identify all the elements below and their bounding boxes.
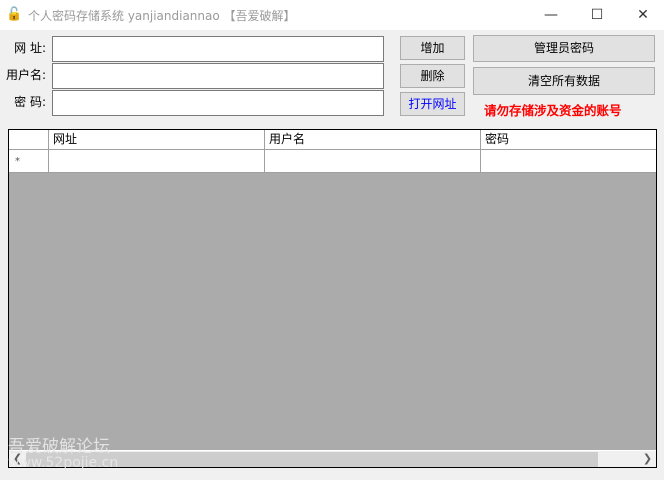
minimize-button[interactable]: —: [528, 0, 574, 30]
scroll-right-icon[interactable]: ❯: [639, 451, 656, 467]
url-label: 网 址:: [14, 41, 46, 55]
column-header-url[interactable]: 网址: [49, 130, 265, 150]
username-input[interactable]: [52, 63, 384, 89]
maximize-button[interactable]: ☐: [574, 0, 620, 30]
new-row-marker: *: [9, 150, 49, 173]
data-grid[interactable]: 网址 用户名 密码 * ❮ ❯: [8, 129, 657, 468]
open-url-button[interactable]: 打开网址: [400, 92, 465, 116]
delete-button[interactable]: 删除: [400, 64, 465, 88]
cell-url[interactable]: [49, 150, 265, 173]
watermark-title: 吾爱破解论坛: [8, 437, 110, 457]
url-input[interactable]: [52, 36, 384, 62]
username-label: 用户名:: [5, 68, 46, 82]
warning-text: 请勿存储涉及资金的账号: [484, 103, 622, 118]
row-header-corner: [9, 130, 49, 150]
add-button[interactable]: 增加: [400, 36, 465, 60]
password-input[interactable]: [52, 90, 384, 116]
password-label: 密 码:: [14, 95, 46, 109]
cell-username[interactable]: [265, 150, 481, 173]
lock-app-icon: 🔓: [6, 7, 23, 22]
column-header-username[interactable]: 用户名: [265, 130, 481, 150]
cell-password[interactable]: [481, 150, 656, 173]
watermark-url: www.52pojie.cn: [8, 455, 119, 471]
title-bar: 🔓 个人密码存储系统 yanjiandiannao 【吾爱破解】 — ☐ ✕: [0, 0, 664, 30]
clear-all-button[interactable]: 清空所有数据: [473, 67, 655, 95]
table-row-new[interactable]: *: [9, 150, 656, 173]
table-header: 网址 用户名 密码: [9, 130, 656, 150]
column-header-password[interactable]: 密码: [481, 130, 656, 150]
close-button[interactable]: ✕: [620, 0, 664, 30]
window-title: 个人密码存储系统 yanjiandiannao 【吾爱破解】: [28, 9, 296, 23]
admin-password-button[interactable]: 管理员密码: [473, 35, 655, 62]
